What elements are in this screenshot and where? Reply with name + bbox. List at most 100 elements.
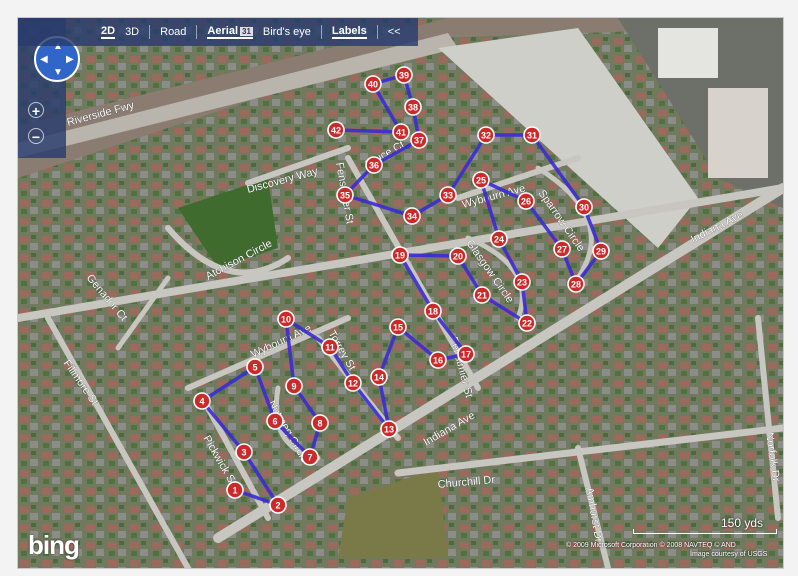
labels-toggle[interactable]: Labels [331,25,367,39]
route-stop-marker[interactable]: 36 [365,156,383,174]
birds-eye-button[interactable]: Bird's eye [263,26,311,38]
route-stop-marker[interactable]: 26 [517,192,535,210]
route-stop-marker[interactable]: 3 [235,443,253,461]
route-stop-marker[interactable]: 18 [424,302,442,320]
route-stop-marker[interactable]: 2 [269,496,287,514]
stop-number: 19 [395,251,405,261]
stop-number: 4 [199,397,204,407]
route-stop-marker[interactable]: 30 [575,198,593,216]
stop-number: 39 [399,71,409,81]
route-stop-marker[interactable]: 23 [513,273,531,291]
stop-number: 38 [408,103,418,113]
route-stop-marker[interactable]: 37 [410,131,428,149]
stop-number: 7 [307,453,312,463]
route-stop-marker[interactable]: 21 [473,286,491,304]
route-stop-marker[interactable]: 14 [370,368,388,386]
route-stop-marker[interactable]: 29 [592,242,610,260]
scale-bar [633,529,777,534]
view-3d-button[interactable]: 3D [125,26,139,38]
route-stop-marker[interactable]: 22 [518,314,536,332]
stop-number: 17 [461,350,471,360]
route-stop-marker[interactable]: 5 [246,358,264,376]
stop-number: 21 [477,291,487,301]
toolbar-divider [196,25,198,39]
route-stop-marker[interactable]: 39 [395,66,413,84]
stop-number: 12 [348,379,358,389]
aerial-map[interactable]: Riverside Fwy Discovery Way Atchison Circl… [17,17,784,569]
building-roof [658,28,718,78]
stop-number: 3 [241,448,246,458]
route-stop-marker[interactable]: 16 [429,351,447,369]
route-stop-marker[interactable]: 13 [380,420,398,438]
route-stop-marker[interactable]: 27 [553,240,571,258]
stop-number: 11 [325,343,335,353]
route-stop-marker[interactable]: 38 [404,98,422,116]
pan-right-icon[interactable]: ▶ [66,55,74,65]
route-stop-marker[interactable]: 41 [392,123,410,141]
view-2d-button[interactable]: 2D [101,25,116,39]
copyright-text: © 2009 Microsoft Corporation © 2008 NAVT… [566,542,736,549]
stop-number: 9 [291,382,296,392]
route-stop-marker[interactable]: 42 [327,121,345,139]
toolbar-divider [376,25,378,39]
stop-number: 23 [517,278,527,288]
route-stop-marker[interactable]: 24 [490,230,508,248]
stop-number: 26 [521,197,531,207]
aerial-badge: 31 [240,26,253,36]
route-stop-marker[interactable]: 11 [321,338,339,356]
stop-number: 6 [272,417,277,427]
route-stop-marker[interactable]: 12 [344,374,362,392]
stop-number: 33 [443,191,453,201]
stop-number: 1 [232,486,237,496]
route-stop-marker[interactable]: 28 [567,275,585,293]
route-stop-marker[interactable]: 6 [266,412,284,430]
stop-number: 40 [368,80,378,90]
aerial-view-button[interactable]: Aerial 31 [207,25,253,39]
route-stop-marker[interactable]: 31 [523,126,541,144]
stop-number: 37 [414,136,424,146]
route-stop-marker[interactable]: 1 [226,481,244,499]
stop-number: 24 [494,235,504,245]
stop-number: 14 [374,373,384,383]
route-stop-marker[interactable]: 32 [477,126,495,144]
route-stop-marker[interactable]: 15 [389,318,407,336]
route-stop-marker[interactable]: 4 [193,392,211,410]
stop-number: 36 [369,161,379,171]
route-stop-marker[interactable]: 25 [472,171,490,189]
route-stop-marker[interactable]: 17 [457,345,475,363]
stop-number: 27 [557,245,567,255]
bing-logo: bing [28,530,80,560]
zoom-out-button[interactable]: − [28,128,44,145]
map-window-frame: Riverside Fwy Discovery Way Atchison Circl… [0,0,798,576]
route-stop-marker[interactable]: 40 [364,75,382,93]
stop-number: 5 [252,363,257,373]
stop-number: 13 [384,425,394,435]
stop-number: 8 [317,419,322,429]
route-stop-marker[interactable]: 35 [336,186,354,204]
stop-number: 20 [453,252,463,262]
route-stop-marker[interactable]: 19 [391,246,409,264]
stop-number: 16 [433,356,443,366]
route-stop-marker[interactable]: 10 [277,310,295,328]
stop-number: 15 [393,323,403,333]
pan-down-icon[interactable]: ▼ [53,68,63,78]
imagery-credit: Image courtesy of USGS [690,551,768,558]
road-view-button[interactable]: Road [160,26,186,38]
route-stop-marker[interactable]: 8 [311,414,329,432]
stop-number: 41 [396,128,406,138]
stop-number: 2 [275,501,280,511]
route-stop-marker[interactable]: 33 [439,186,457,204]
route-stop-marker[interactable]: 20 [449,247,467,265]
map-canvas[interactable]: Riverside FwyDiscovery WayAtchison Circl… [18,18,783,568]
zoom-in-button[interactable]: + [28,102,44,119]
route-stop-marker[interactable]: 34 [403,207,421,225]
collapse-toolbar-button[interactable]: << [388,26,401,38]
route-stop-marker[interactable]: 9 [285,377,303,395]
stop-number: 28 [571,280,581,290]
pan-left-icon[interactable]: ◀ [40,55,48,65]
toolbar-divider [149,25,151,39]
stop-number: 32 [481,131,491,141]
stop-number: 30 [579,203,589,213]
aerial-view-label: Aerial [207,25,238,37]
route-stop-marker[interactable]: 7 [301,448,319,466]
